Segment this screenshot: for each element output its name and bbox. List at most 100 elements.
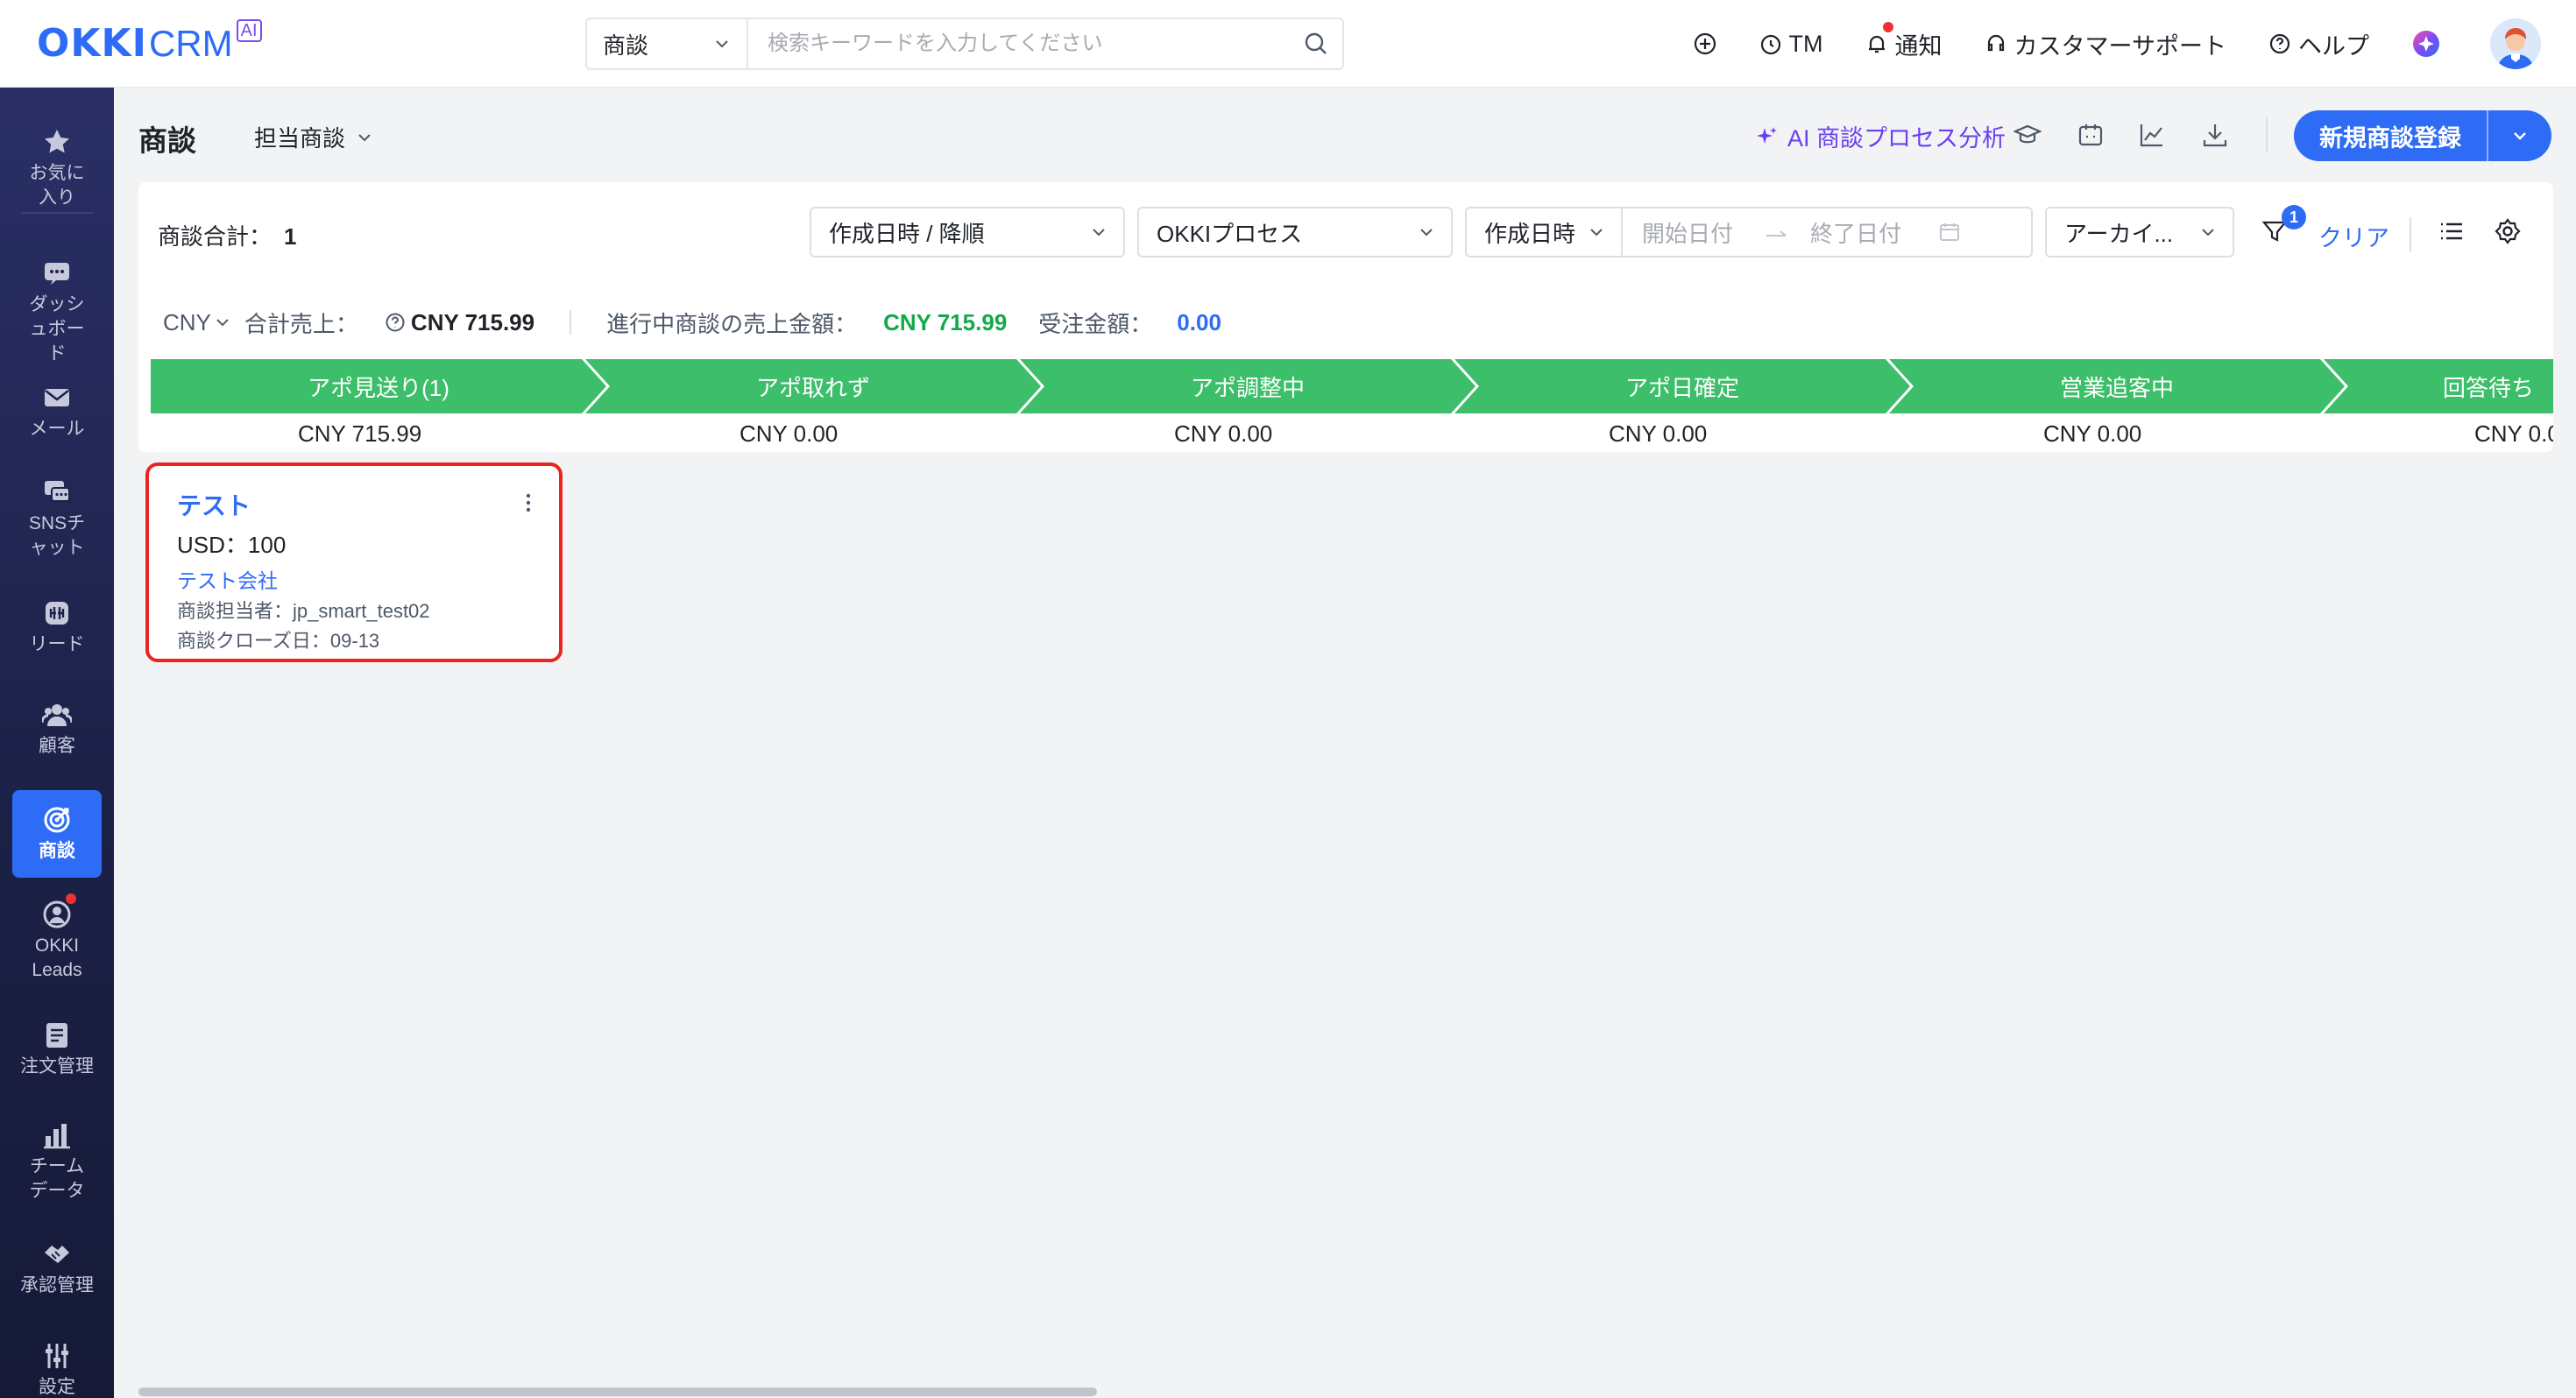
sidebar-item-deals[interactable]: 商談 <box>12 790 102 878</box>
sidebar-item-approval[interactable]: 承認管理 <box>12 1239 102 1298</box>
okki-crm-logo[interactable]: OKKI CRM AI <box>37 19 262 68</box>
search-icon[interactable] <box>1290 32 1342 56</box>
sidebar-divider <box>21 212 93 214</box>
settings-gear-icon[interactable] <box>2488 212 2527 251</box>
deal-card-company[interactable]: テスト会社 <box>177 564 278 594</box>
new-deal-button[interactable]: 新規商談登録 <box>2294 110 2551 161</box>
star-icon <box>41 126 73 158</box>
deal-card-title[interactable]: テスト <box>177 487 251 522</box>
deal-card-close-date: 商談クローズ日：09-13 <box>177 630 380 652</box>
stage-column-2[interactable]: アポ取れず <box>585 359 1041 413</box>
page-title: 商談 <box>138 124 196 157</box>
view-select-label: 担当商談 <box>254 125 346 152</box>
stage-label: 回答待ち <box>2442 374 2534 401</box>
bell-icon <box>1868 35 1885 53</box>
new-deal-dropdown[interactable] <box>2487 110 2551 161</box>
archive-select[interactable]: アーカイ... <box>2045 207 2234 258</box>
stage-amount: CNY 0.00 <box>740 420 839 447</box>
pipeline-panel: 商談合計： 1 作成日時 / 降順 OKKIプロセス 作成日時 開始日付 終了日付… <box>138 182 2553 452</box>
notification-button[interactable]: 通知 <box>1865 21 1943 61</box>
education-icon[interactable] <box>2008 116 2047 154</box>
sidebar-item-label: メール <box>29 419 85 439</box>
stage-label: アポ見送り(1) <box>308 374 449 401</box>
sort-select[interactable]: 作成日時 / 降順 <box>810 207 1125 258</box>
sidebar-item-okki-leads[interactable]: OKKI Leads <box>12 893 102 983</box>
download-icon[interactable] <box>2196 116 2234 154</box>
chevron-down-icon <box>216 319 229 327</box>
stage-column-1[interactable]: アポ見送り(1) <box>151 359 606 413</box>
search-scope-label: 商談 <box>603 32 649 59</box>
dashboard-icon <box>41 258 73 289</box>
stage-column-3[interactable]: アポ調整中 <box>1020 359 1476 413</box>
chevron-down-icon <box>358 133 371 141</box>
view-select[interactable]: 担当商談 <box>254 121 373 153</box>
sidebar-item-team-data[interactable]: チームデータ <box>12 1119 102 1204</box>
tm-button[interactable]: TM <box>1759 31 1823 58</box>
filter-count-badge: 1 <box>2282 205 2306 229</box>
currency-label: CNY <box>163 308 211 335</box>
calendar-bot-icon[interactable] <box>2071 116 2110 154</box>
sidebar-item-label: チームデータ <box>29 1156 85 1201</box>
sidebar-item-label: 商談 <box>39 841 75 861</box>
currency-select[interactable]: CNY <box>163 309 230 336</box>
sidebar-item-favorites[interactable]: お気に入り <box>12 126 102 210</box>
search-scope-select[interactable]: 商談 <box>587 19 748 68</box>
horizontal-scrollbar[interactable] <box>138 1387 1097 1396</box>
order-icon <box>41 1020 73 1051</box>
deal-card-value: USD：100 <box>177 532 287 558</box>
stage-amount: CNY 0.00 <box>1609 420 1708 447</box>
customer-support-button[interactable]: カスタマーサポート <box>1985 27 2226 61</box>
lead-icon <box>41 597 73 629</box>
sidebar-item-mail[interactable]: メール <box>12 382 102 441</box>
stage-label: アポ日確定 <box>1624 374 1739 401</box>
headset-icon <box>1987 34 2004 52</box>
sidebar-item-label: リード <box>29 634 85 654</box>
sidebar-item-label: SNSチャット <box>28 513 86 558</box>
add-button[interactable] <box>1693 32 1717 56</box>
help-circle-icon[interactable] <box>385 312 406 333</box>
deal-total-value: 1 <box>284 223 297 250</box>
won-amount-label: 受注金額： <box>1038 310 1153 337</box>
date-type-label: 作成日時 <box>1484 220 1576 247</box>
plus-circle-icon <box>1694 32 1716 55</box>
sidebar-item-dashboard[interactable]: ダッシュボード <box>12 258 102 366</box>
sidebar-item-settings[interactable]: 設定 <box>12 1340 102 1398</box>
list-view-icon[interactable] <box>2432 212 2471 251</box>
stage-bar: アポ見送り(1) アポ取れず アポ調整中 アポ日確定 営業追客中 回答待ち <box>151 359 2553 413</box>
chart-line-icon[interactable] <box>2133 116 2171 154</box>
sidebar-item-customers[interactable]: 顧客 <box>12 699 102 759</box>
sidebar-item-label: ダッシュボード <box>29 294 85 364</box>
end-date-input[interactable]: 終了日付 <box>1810 216 1901 249</box>
notify-label: 通知 <box>1894 32 1943 60</box>
chevron-down-icon <box>2202 229 2214 237</box>
ai-process-analysis-label: AI 商談プロセス分析 <box>1787 125 2006 152</box>
summary-row: CNY 合計売上： CNY 715.99 進行中商談の売上金額： CNY 715… <box>163 305 1221 340</box>
process-select[interactable]: OKKIプロセス <box>1137 207 1453 258</box>
user-avatar[interactable] <box>2490 18 2541 69</box>
calendar-icon <box>1940 223 1960 241</box>
total-sales-label: 合計売上： <box>244 310 358 337</box>
start-date-input[interactable]: 開始日付 <box>1642 216 1733 249</box>
okki-leads-dot <box>66 893 76 904</box>
stage-column-6[interactable]: 回答待ち <box>2324 359 2553 413</box>
stage-column-4[interactable]: アポ日確定 <box>1454 359 1910 413</box>
stage-column-5[interactable]: 営業追客中 <box>1889 359 2345 413</box>
ai-process-analysis-link[interactable]: AI 商談プロセス分析 <box>1754 119 2006 153</box>
chevron-down-icon <box>1093 229 1105 237</box>
help-button[interactable]: ヘルプ <box>2268 27 2369 61</box>
clock-icon <box>1760 34 1780 55</box>
search-input[interactable] <box>748 32 1290 56</box>
more-vertical-icon[interactable] <box>524 492 533 518</box>
top-actions: TM 通知 カスタマーサポート ヘルプ <box>1693 0 2576 88</box>
date-type-select[interactable]: 作成日時 <box>1467 208 1623 256</box>
logo-okki-text: OKKI <box>37 21 147 66</box>
help-circle-icon <box>2269 33 2290 54</box>
global-search: 商談 <box>585 18 1344 70</box>
clear-filter-link[interactable]: クリア <box>2318 219 2389 253</box>
target-icon <box>41 804 73 836</box>
sidebar-item-sns-chat[interactable]: SNSチャット <box>12 477 102 561</box>
sidebar-item-orders[interactable]: 注文管理 <box>12 1020 102 1079</box>
sidebar-item-lead[interactable]: リード <box>12 597 102 657</box>
deal-card[interactable]: テスト USD：100 テスト会社 商談担当者：jp_smart_test02 … <box>145 462 563 662</box>
ai-assistant-button[interactable] <box>2411 29 2441 59</box>
